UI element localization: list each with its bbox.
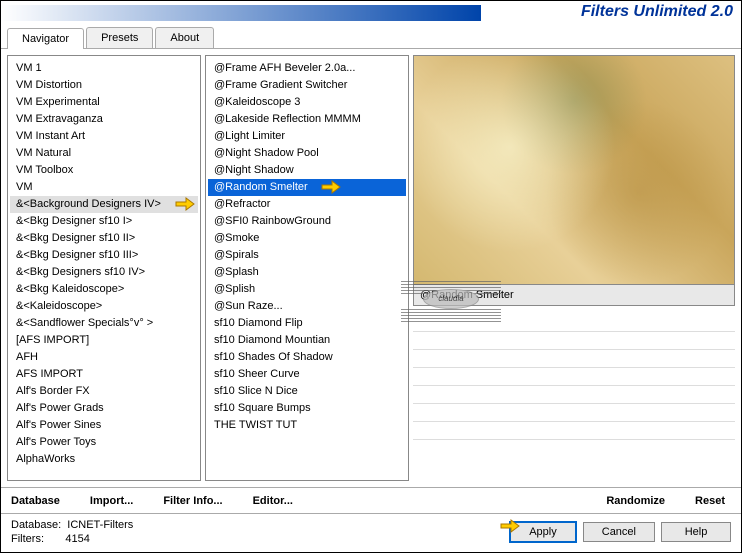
category-item[interactable]: Alf's Power Sines xyxy=(10,417,198,434)
pointer-icon xyxy=(318,177,342,195)
category-item[interactable]: VM 1 xyxy=(10,60,198,77)
category-item[interactable]: &<Bkg Kaleidoscope> xyxy=(10,281,198,298)
category-item[interactable]: &<Kaleidoscope> xyxy=(10,298,198,315)
filter-item[interactable]: sf10 Diamond Mountian xyxy=(208,332,406,349)
param-row xyxy=(413,332,735,350)
category-item[interactable]: &<Bkg Designers sf10 IV> xyxy=(10,264,198,281)
title-bar: Filters Unlimited 2.0 xyxy=(1,1,741,25)
cancel-button[interactable]: Cancel xyxy=(583,522,655,542)
editor-button[interactable]: Editor... xyxy=(253,495,293,507)
filter-item[interactable]: @Frame Gradient Switcher xyxy=(208,77,406,94)
preview-image xyxy=(413,55,735,285)
db-label: Database: xyxy=(11,519,61,531)
param-row xyxy=(413,422,735,440)
filters-count: 4154 xyxy=(65,533,89,545)
selected-filter-label: @Random Smelter xyxy=(413,285,735,306)
filters-label: Filters: xyxy=(11,533,44,545)
filter-item[interactable]: sf10 Shades Of Shadow xyxy=(208,349,406,366)
app-title: Filters Unlimited 2.0 xyxy=(581,3,733,21)
filter-item[interactable]: @Splish xyxy=(208,281,406,298)
tab-about[interactable]: About xyxy=(155,27,214,48)
category-item[interactable]: VM Experimental xyxy=(10,94,198,111)
tab-presets[interactable]: Presets xyxy=(86,27,153,48)
category-list[interactable]: VM 1VM DistortionVM ExperimentalVM Extra… xyxy=(7,55,201,481)
category-item[interactable]: &<Bkg Designer sf10 III> xyxy=(10,247,198,264)
filter-item[interactable]: sf10 Slice N Dice xyxy=(208,383,406,400)
preview-panel: @Random Smelter xyxy=(413,55,735,481)
filter-item[interactable]: sf10 Diamond Flip xyxy=(208,315,406,332)
category-item[interactable]: &<Bkg Designer sf10 II> xyxy=(10,230,198,247)
database-button[interactable]: Database xyxy=(11,495,60,507)
status-info: Database: ICNET-Filters Filters: 4154 xyxy=(11,518,503,546)
import-button[interactable]: Import... xyxy=(90,495,133,507)
pointer-icon xyxy=(172,194,196,212)
category-item[interactable]: VM Natural xyxy=(10,145,198,162)
filter-info-button[interactable]: Filter Info... xyxy=(163,495,222,507)
filter-item[interactable]: THE TWIST TUT xyxy=(208,417,406,434)
category-item[interactable]: &<Bkg Designer sf10 I> xyxy=(10,213,198,230)
tab-strip: Navigator Presets About xyxy=(1,27,741,49)
tab-navigator[interactable]: Navigator xyxy=(7,28,84,49)
category-item[interactable]: AlphaWorks xyxy=(10,451,198,468)
category-item[interactable]: VM Instant Art xyxy=(10,128,198,145)
filter-item[interactable]: @Random Smelter xyxy=(208,179,406,196)
filter-list[interactable]: @Frame AFH Beveler 2.0a...@Frame Gradien… xyxy=(205,55,409,481)
filter-item[interactable]: @Lakeside Reflection MMMM xyxy=(208,111,406,128)
parameter-area xyxy=(413,314,735,481)
category-item[interactable]: AFS IMPORT xyxy=(10,366,198,383)
category-item[interactable]: Alf's Power Grads xyxy=(10,400,198,417)
pointer-icon xyxy=(497,516,521,534)
category-item[interactable]: VM Distortion xyxy=(10,77,198,94)
category-item[interactable]: Alf's Power Toys xyxy=(10,434,198,451)
title-stripe xyxy=(1,5,481,21)
category-item[interactable]: VM Toolbox xyxy=(10,162,198,179)
category-item[interactable]: AFH xyxy=(10,349,198,366)
status-row: Database: ICNET-Filters Filters: 4154 Ap… xyxy=(1,513,741,549)
db-value: ICNET-Filters xyxy=(67,519,133,531)
category-item[interactable]: [AFS IMPORT] xyxy=(10,332,198,349)
category-item[interactable]: VM Extravaganza xyxy=(10,111,198,128)
category-item[interactable]: Alf's Border FX xyxy=(10,383,198,400)
randomize-button[interactable]: Randomize xyxy=(606,495,665,507)
param-row xyxy=(413,386,735,404)
filter-item[interactable]: @Night Shadow Pool xyxy=(208,145,406,162)
param-row xyxy=(413,350,735,368)
category-item[interactable]: VM xyxy=(10,179,198,196)
filter-item[interactable]: sf10 Square Bumps xyxy=(208,400,406,417)
filter-item[interactable]: @Spirals xyxy=(208,247,406,264)
toolbar-row: Database Import... Filter Info... Editor… xyxy=(1,487,741,513)
filter-item[interactable]: @Splash xyxy=(208,264,406,281)
filter-item[interactable]: @Smoke xyxy=(208,230,406,247)
filter-item[interactable]: @Sun Raze... xyxy=(208,298,406,315)
filter-item[interactable]: sf10 Sheer Curve xyxy=(208,366,406,383)
help-button[interactable]: Help xyxy=(661,522,731,542)
filter-item[interactable]: @Refractor xyxy=(208,196,406,213)
param-row xyxy=(413,404,735,422)
param-row xyxy=(413,314,735,332)
main-area: VM 1VM DistortionVM ExperimentalVM Extra… xyxy=(1,49,741,487)
filter-item[interactable]: @Night Shadow xyxy=(208,162,406,179)
filter-item[interactable]: @Kaleidoscope 3 xyxy=(208,94,406,111)
category-item[interactable]: &<Sandflower Specials°v° > xyxy=(10,315,198,332)
category-item[interactable]: &<Background Designers IV> xyxy=(10,196,198,213)
param-row xyxy=(413,368,735,386)
filter-item[interactable]: @Frame AFH Beveler 2.0a... xyxy=(208,60,406,77)
filter-item[interactable]: @SFI0 RainbowGround xyxy=(208,213,406,230)
filter-item[interactable]: @Light Limiter xyxy=(208,128,406,145)
reset-button[interactable]: Reset xyxy=(695,495,725,507)
